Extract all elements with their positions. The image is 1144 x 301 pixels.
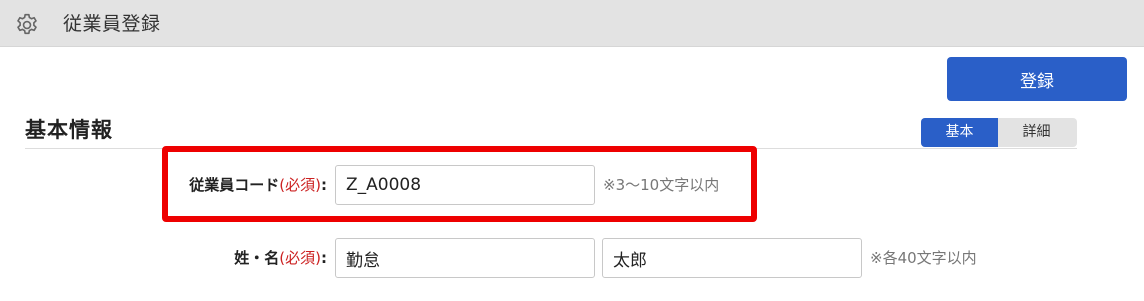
- first-name-input[interactable]: [602, 238, 862, 278]
- tab-detail[interactable]: 詳細: [998, 118, 1075, 147]
- required-mark: (必須): [279, 176, 321, 194]
- employee-code-label-text: 従業員コード: [189, 176, 280, 194]
- register-button[interactable]: 登録: [947, 57, 1127, 101]
- tab-basic[interactable]: 基本: [921, 118, 998, 147]
- required-mark: (必須): [279, 249, 321, 267]
- section-tab-group: 基本 詳細: [921, 118, 1077, 147]
- employee-code-hint: ※3〜10文字以内: [603, 176, 720, 194]
- name-label-text: 姓・名: [234, 249, 280, 267]
- title-bar: 従業員登録: [0, 0, 1144, 47]
- label-colon: :: [321, 249, 327, 267]
- label-colon: :: [321, 176, 327, 194]
- gear-icon[interactable]: [14, 12, 40, 38]
- page-title: 従業員登録: [63, 13, 161, 35]
- name-label: 姓・名(必須):: [234, 238, 327, 278]
- employee-code-input[interactable]: [335, 165, 595, 205]
- employee-code-label: 従業員コード(必須):: [189, 165, 327, 205]
- section-title: 基本情報: [25, 118, 113, 142]
- last-name-input[interactable]: [335, 238, 595, 278]
- name-hint: ※各40文字以内: [870, 249, 977, 267]
